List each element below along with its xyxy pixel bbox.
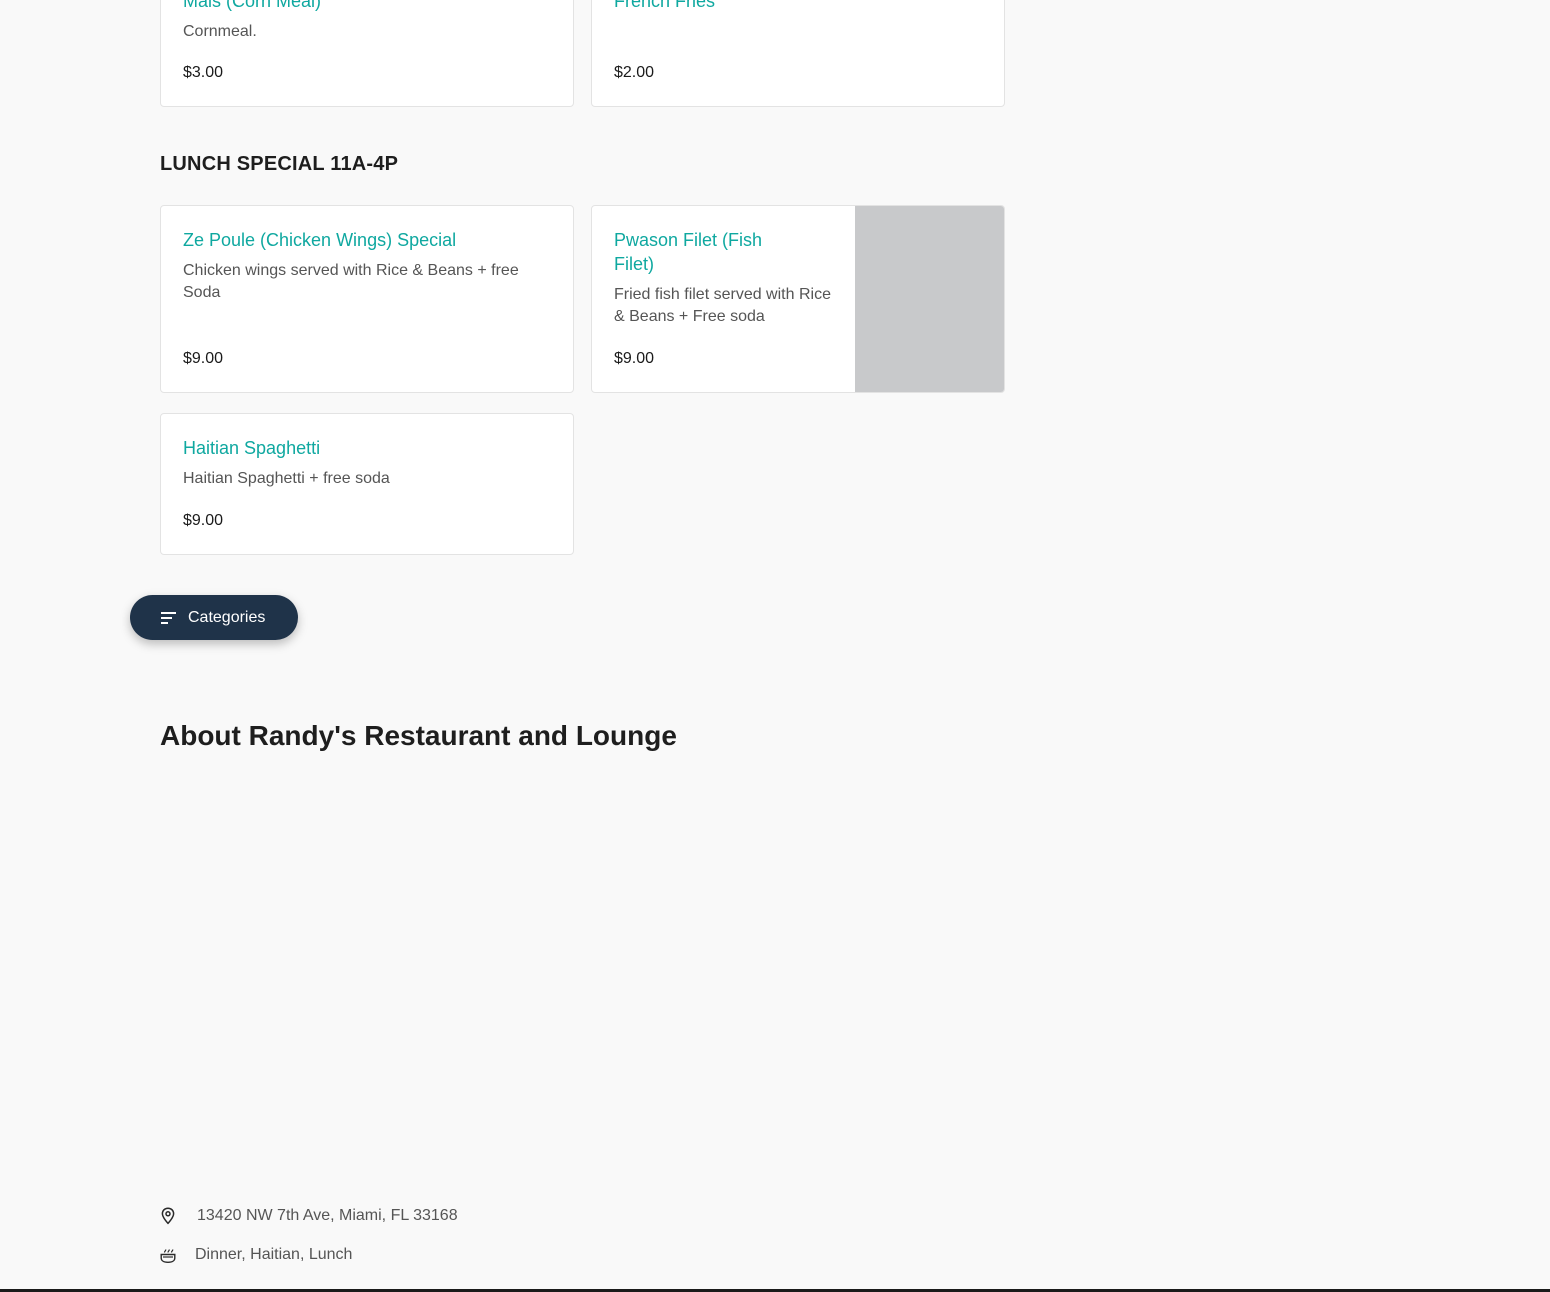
sort-lines-icon [161,611,176,624]
menu-item-name: Haitian Spaghetti [183,438,321,458]
location-pin-icon [160,1207,176,1225]
menu-item-price: $9.00 [614,350,655,367]
section-title: LUNCH SPECIAL 11A-4P [160,153,399,175]
menu-item-card[interactable]: Mais (Corn Meal) Cornmeal. $3.00 [160,0,574,107]
menu-item-price: $9.00 [183,512,224,529]
menu-item-name: Mais (Corn Meal) [183,0,322,11]
about-title: About Randy's Restaurant and Lounge [160,720,677,751]
cuisine-row: Dinner, Haitian, Lunch [160,1246,352,1264]
menu-item-description: Fried fish filet served with Rice & Bean… [614,286,831,325]
menu-item-name: Pwason Filet (Fish Filet) [614,230,763,274]
menu-item-card[interactable]: Haitian Spaghetti Haitian Spaghetti + fr… [160,413,574,555]
categories-button[interactable]: Categories [130,595,298,640]
menu-item-description: Haitian Spaghetti + free soda [183,470,390,487]
address-text: 13420 NW 7th Ave, Miami, FL 33168 [197,1207,458,1224]
menu-item-name: Ze Poule (Chicken Wings) Special [183,230,457,250]
categories-label: Categories [188,608,266,626]
menu-item-card[interactable]: Ze Poule (Chicken Wings) Special Chicken… [160,205,574,393]
menu-item-card[interactable]: French Fries $2.00 [591,0,1005,107]
menu-item-price: $9.00 [183,350,224,367]
menu-item-image [855,206,1004,392]
address-row: 13420 NW 7th Ave, Miami, FL 33168 [160,1207,458,1225]
menu-item-description: Chicken wings served with Rice & Beans +… [183,262,519,301]
menu-item-card[interactable]: Pwason Filet (Fish Filet) Fried fish fil… [591,205,1005,393]
restaurant-page: Mais (Corn Meal) Cornmeal. $3.00 French … [0,0,1550,1292]
food-bowl-icon [160,1246,176,1264]
menu-item-price: $2.00 [614,64,655,81]
menu-item-description: Cornmeal. [183,23,257,40]
menu-item-name: French Fries [614,0,716,11]
menu-item-price: $3.00 [183,64,224,81]
cuisine-text: Dinner, Haitian, Lunch [195,1246,353,1263]
